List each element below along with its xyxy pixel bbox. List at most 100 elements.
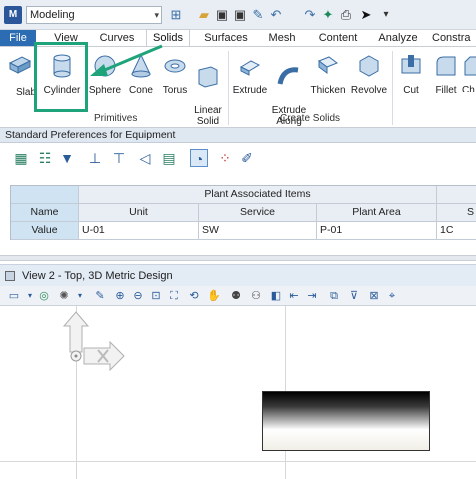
cylinder-highlight-box [34,42,88,112]
dots-icon[interactable]: ⁘ [216,149,234,167]
light-icon[interactable]: ✺ [56,288,72,304]
extrude-label: Extrude [232,85,268,96]
tab-file[interactable]: File [0,30,36,46]
revolve-label: Revolve [350,85,388,96]
new-icon[interactable]: ✎ [250,7,266,23]
view-window-icon [5,271,15,281]
slab-button[interactable]: Slab [6,53,36,98]
tab-content[interactable]: Content [312,30,364,46]
column-header-name: Name [11,204,79,222]
workspace-dropdown[interactable]: Modeling ▾ [26,6,162,24]
view-title-bar: View 2 - Top, 3D Metric Design [0,264,476,286]
cut-label: Cut [403,85,419,96]
fly-icon[interactable]: ⚇ [248,288,264,304]
app-logo-icon[interactable]: M [4,6,22,24]
view-forward-icon[interactable]: ⇥ [304,288,320,304]
extrude-icon [239,60,261,76]
column-header-plant-area[interactable]: Plant Area [317,204,437,222]
pen-icon[interactable]: ✎ [92,288,108,304]
chamfer-button[interactable]: Ch [462,53,476,92]
revolve-icon [359,55,379,77]
undo-icon[interactable]: ↶ [268,7,284,23]
select-icon[interactable]: ➤ [358,7,374,23]
fillet-label: Fillet [435,85,457,96]
folder-icon[interactable]: ▰ [196,7,212,23]
table-icon[interactable]: ▦ [12,149,30,167]
panel-title: Standard Preferences for Equipment [0,128,476,143]
group-header-extra [437,186,476,204]
previous-view-icon[interactable]: ◧ [268,288,284,304]
extrude-along-icon [277,67,299,85]
fillet-button[interactable]: Fillet [430,53,462,96]
view-back-icon[interactable]: ⇤ [286,288,302,304]
linear-solid-label: Linear Solid [194,105,222,127]
column-header-service[interactable]: Service [199,204,317,222]
view-icon[interactable]: ⊞ [168,7,184,23]
torus-icon [164,59,186,73]
group-separator [228,51,229,125]
splitter-bar[interactable] [0,255,476,261]
pointer-arrow-icon [90,44,163,76]
redo-icon[interactable]: ↷ [302,7,318,23]
save-icon[interactable]: ▣ [214,7,230,23]
cell-service[interactable]: SW [199,222,317,240]
zoom-out-icon[interactable]: ⊖ [130,288,146,304]
panel-toolbar: ▦ ☷ ▼ ⊥ ⊤ ◁ ▤ ◔ ⁘ ✐ [0,143,476,173]
tab-mesh[interactable]: Mesh [262,30,302,46]
pipe-icon[interactable]: ⊥ [86,149,104,167]
fillet-icon [436,56,456,76]
clip-mask-icon[interactable]: ⊠ [366,288,382,304]
walk-icon[interactable]: ⚉ [228,288,244,304]
linear-solid-button[interactable]: Linear Solid [192,53,224,127]
thicken-label: Thicken [310,85,346,96]
equipment-icon[interactable]: ▤ [160,149,178,167]
cut-button[interactable]: Cut [396,53,426,96]
quick-access-toolbar: M Modeling ▾ ⊞ ▰ ▣ ▣ ✎ ↶ ↷ ✦ ⎙ ➤ ▾ [0,0,476,30]
valve-icon[interactable]: ◁ [136,149,154,167]
tab-surfaces[interactable]: Surfaces [200,30,252,46]
chevron-down-icon: ▾ [154,10,159,20]
more-icon[interactable]: ▾ [378,7,394,23]
list-icon[interactable]: ☷ [36,149,54,167]
display-style-icon[interactable]: ◎ [36,288,52,304]
column-header-unit[interactable]: Unit [79,204,199,222]
revolve-button[interactable]: Revolve [350,53,388,96]
pipe-fitting-icon[interactable]: ⊤ [110,149,128,167]
print-icon[interactable]: ⎙ [338,7,354,23]
extrude-button[interactable]: Extrude [231,53,269,96]
view-attributes-icon[interactable]: ▭ [6,288,22,304]
tab-constraints[interactable]: Constra [432,30,476,46]
tag-icon[interactable]: ✐ [238,149,256,167]
pin-icon[interactable]: ✦ [320,7,336,23]
group-label-primitives: Primitives [94,113,138,124]
tab-analyze[interactable]: Analyze [374,30,422,46]
gauge-icon[interactable]: ◔ [190,149,208,167]
group-separator [392,51,393,125]
column-header-s[interactable]: S [437,204,476,222]
pan-icon[interactable]: ✋ [206,288,222,304]
zoom-in-icon[interactable]: ⊕ [112,288,128,304]
filter-icon[interactable]: ▼ [58,149,76,167]
chevron-down-icon[interactable]: ▾ [72,288,88,304]
window-area-icon[interactable]: ⊡ [148,288,164,304]
torus-label: Torus [162,85,188,96]
linear-solid-icon [198,66,218,88]
view-toolbar: ▭ ▾ ◎ ✺ ▾ ✎ ⊕ ⊖ ⊡ ⛶ ⟲ ✋ ⚉ ⚇ ◧ ⇤ ⇥ ⧉ ⊽ ⊠ … [0,286,476,306]
view-axis-triad-icon [62,311,125,372]
chamfer-label: Ch [462,85,475,92]
cell-unit[interactable]: U-01 [79,222,199,240]
clip-volume-icon[interactable]: ⊽ [346,288,362,304]
slab-icon [8,56,32,74]
row-header-value: Value [11,222,79,240]
camera-icon[interactable]: ⌖ [384,288,400,304]
save-all-icon[interactable]: ▣ [232,7,248,23]
cell-s[interactable]: 1C [437,222,476,240]
gradient-solid-element[interactable] [262,391,430,451]
view-rotation-icon[interactable]: ⧉ [326,288,342,304]
fit-view-icon[interactable]: ⛶ [166,288,182,304]
preferences-table: Plant Associated Items Name Unit Service… [10,185,476,240]
chamfer-icon [464,56,476,76]
rotate-view-icon[interactable]: ⟲ [186,288,202,304]
thicken-button[interactable]: Thicken [308,53,348,96]
cell-plant-area[interactable]: P-01 [317,222,437,240]
